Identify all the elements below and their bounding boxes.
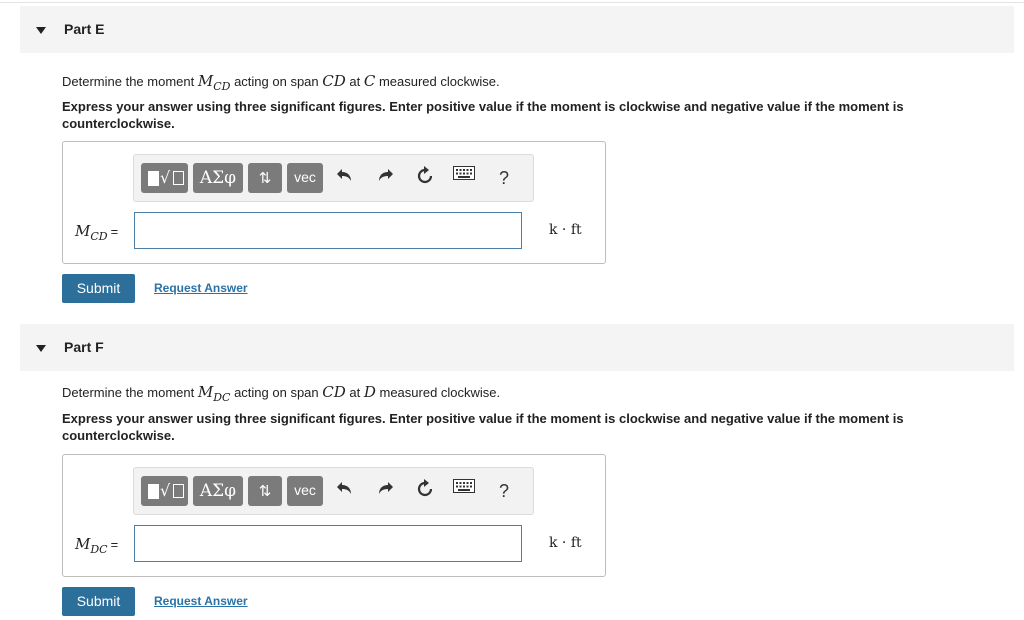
part-e-header[interactable]: Part E (20, 6, 1014, 53)
answer-label: MDC = (75, 535, 119, 556)
part-f: Part F Determine the moment MDC acting o… (0, 324, 1024, 620)
arrows-button[interactable]: ⇅ (248, 476, 282, 506)
math-toolbar: √ ΑΣφ ⇅ vec ? (133, 467, 534, 515)
undo-icon[interactable] (333, 166, 357, 190)
question-text: Determine the moment MCD acting on span … (62, 72, 500, 93)
greek-symbols-button[interactable]: ΑΣφ (193, 476, 243, 506)
part-f-header[interactable]: Part F (20, 324, 1014, 371)
greek-symbols-button[interactable]: ΑΣφ (193, 163, 243, 193)
unit-label: k · ft (549, 222, 582, 238)
answer-input[interactable] (134, 212, 522, 249)
collapse-caret-icon[interactable] (36, 27, 46, 34)
arrows-button[interactable]: ⇅ (248, 163, 282, 193)
answer-box: √ ΑΣφ ⇅ vec ? MCD = k · ft (62, 141, 606, 264)
moment-variable: MDC (197, 383, 231, 404)
instructions-text: Express your answer using three signific… (62, 99, 904, 131)
reset-icon[interactable] (413, 166, 437, 190)
undo-icon[interactable] (333, 479, 357, 503)
part-e: Part E Determine the moment MCD acting o… (0, 6, 1024, 311)
reset-icon[interactable] (413, 479, 437, 503)
unit-label: k · ft (549, 535, 582, 551)
math-toolbar: √ ΑΣφ ⇅ vec ? (133, 154, 534, 202)
instructions-text: Express your answer using three signific… (62, 411, 904, 443)
part-title: Part F (64, 339, 104, 355)
part-title: Part E (64, 21, 105, 37)
collapse-caret-icon[interactable] (36, 345, 46, 352)
vector-button[interactable]: vec (287, 163, 323, 193)
top-divider (0, 2, 1024, 3)
help-icon[interactable]: ? (492, 166, 516, 190)
redo-icon[interactable] (373, 166, 397, 190)
question-text: Determine the moment MDC acting on span … (62, 383, 501, 404)
keyboard-icon[interactable] (452, 479, 476, 503)
submit-button[interactable]: Submit (62, 274, 135, 303)
help-icon[interactable]: ? (492, 479, 516, 503)
submit-button[interactable]: Submit (62, 587, 135, 616)
request-answer-link[interactable]: Request Answer (154, 281, 248, 295)
vector-button[interactable]: vec (287, 476, 323, 506)
templates-icon (148, 171, 159, 186)
keyboard-icon[interactable] (452, 166, 476, 190)
templates-button[interactable]: √ (141, 476, 188, 506)
answer-input[interactable] (134, 525, 522, 562)
moment-variable: MCD (197, 72, 231, 93)
templates-icon (148, 484, 159, 499)
request-answer-link[interactable]: Request Answer (154, 594, 248, 608)
answer-box: √ ΑΣφ ⇅ vec ? MDC = k · ft (62, 454, 606, 577)
redo-icon[interactable] (373, 479, 397, 503)
answer-label: MCD = (75, 222, 119, 243)
templates-button[interactable]: √ (141, 163, 188, 193)
